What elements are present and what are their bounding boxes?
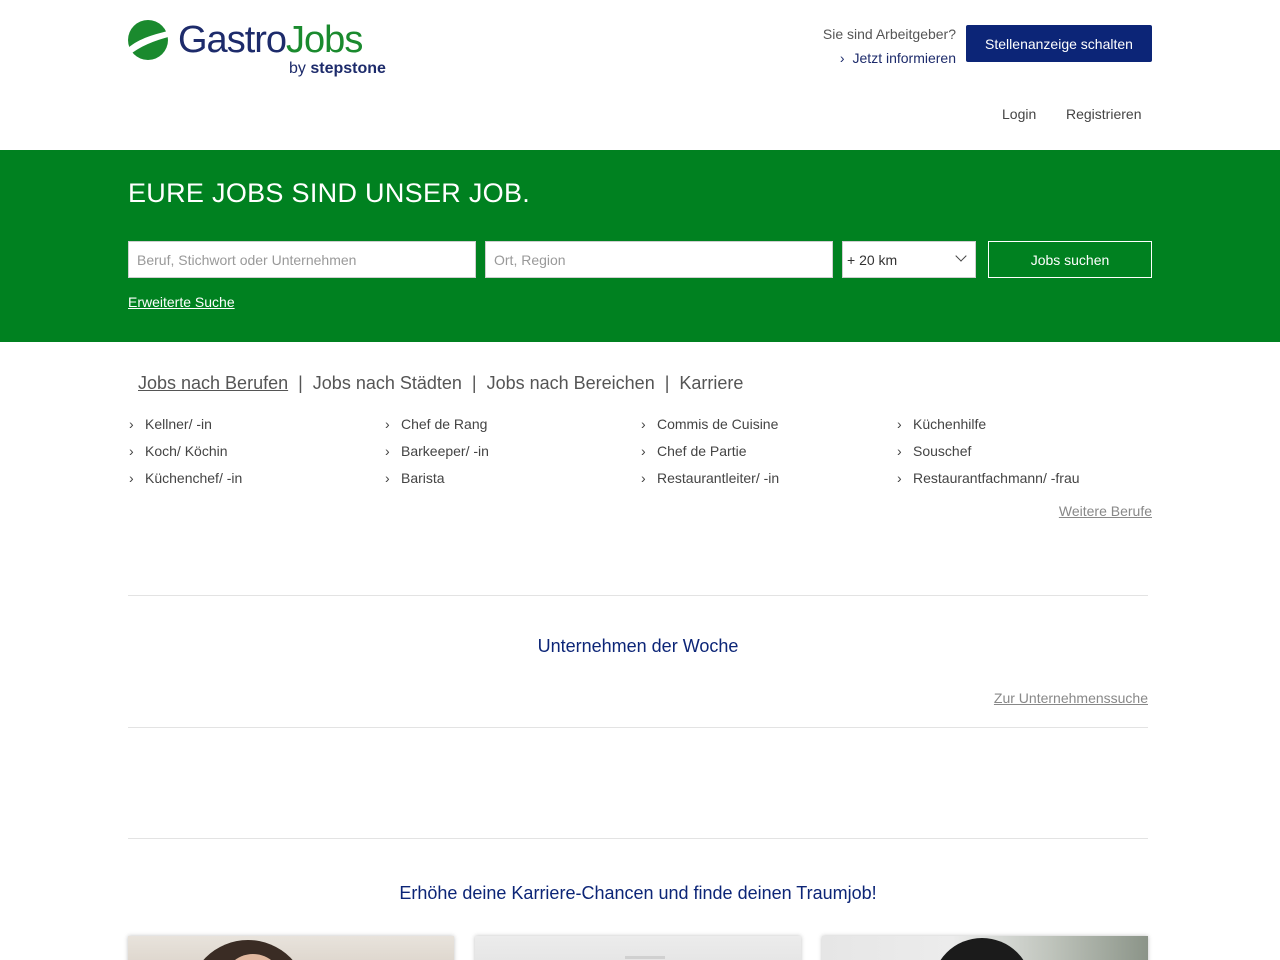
profession-label: Koch/ Köchin bbox=[145, 443, 228, 459]
profession-link[interactable]: › Restaurantfachmann/ -frau bbox=[896, 468, 1152, 495]
companies-of-week-title: Unternehmen der Woche bbox=[537, 636, 739, 656]
login-link[interactable]: Login bbox=[1002, 106, 1036, 122]
chevron-right-icon: › bbox=[897, 443, 902, 459]
logo-stepstone-text: stepstone bbox=[310, 60, 386, 77]
chevron-right-icon: › bbox=[897, 470, 902, 486]
profession-link[interactable]: › Commis de Cuisine bbox=[640, 414, 896, 441]
logo-jobs-text: Jobs bbox=[286, 19, 363, 61]
profession-label: Küchenhilfe bbox=[913, 416, 987, 432]
profession-link[interactable]: › Küchenhilfe bbox=[896, 414, 1152, 441]
profession-label: Souschef bbox=[913, 443, 972, 459]
tab-jobs-by-profession[interactable]: Jobs nach Berufen bbox=[138, 373, 288, 393]
profession-column: › Chef de Rang › Barkeeper/ -in › Barista bbox=[384, 414, 640, 495]
tab-separator: | bbox=[298, 373, 303, 393]
location-search-input[interactable] bbox=[485, 241, 833, 278]
profession-label: Küchenchef/ -in bbox=[145, 470, 243, 486]
chevron-right-icon: › bbox=[641, 416, 646, 432]
section-divider bbox=[128, 595, 1148, 596]
profession-label: Chef de Partie bbox=[657, 443, 747, 459]
profession-column: › Küchenhilfe › Souschef › Restaurantfachma… bbox=[896, 414, 1152, 495]
employer-info-label: Jetzt informieren bbox=[852, 50, 956, 66]
tab-jobs-by-area[interactable]: Jobs nach Bereichen bbox=[487, 373, 655, 393]
logo-byline: by stepstone bbox=[289, 60, 386, 78]
career-card-image[interactable] bbox=[128, 936, 454, 960]
profession-link[interactable]: › Barkeeper/ -in bbox=[384, 441, 640, 468]
gastrojobs-logo[interactable]: GastroJobs by stepstone bbox=[128, 18, 398, 82]
radius-select-value: + 20 km bbox=[847, 252, 898, 268]
chevron-right-icon: › bbox=[385, 443, 390, 459]
profession-label: Chef de Rang bbox=[401, 416, 488, 432]
logo-gastro-text: Gastro bbox=[178, 19, 287, 61]
profession-label: Barkeeper/ -in bbox=[401, 443, 489, 459]
section-divider bbox=[128, 727, 1148, 728]
tab-jobs-by-city[interactable]: Jobs nach Städten bbox=[313, 373, 462, 393]
profession-label: Kellner/ -in bbox=[145, 416, 212, 432]
profession-label: Restaurantfachmann/ -frau bbox=[913, 470, 1080, 486]
jobs-search-button[interactable]: Jobs suchen bbox=[988, 241, 1152, 278]
logo-wordmark: GastroJobs bbox=[178, 18, 363, 62]
chevron-right-icon: › bbox=[385, 416, 390, 432]
employer-question: Sie sind Arbeitgeber? bbox=[822, 26, 956, 42]
radius-select[interactable]: + 20 km bbox=[842, 241, 976, 278]
employer-info-link[interactable]: › Jetzt informieren bbox=[800, 50, 956, 66]
hero-search-section: EURE JOBS SIND UNSER JOB. + 20 km Jobs s… bbox=[0, 150, 1280, 342]
logo-by-text: by bbox=[289, 60, 306, 77]
hero-title: EURE JOBS SIND UNSER JOB. bbox=[128, 178, 531, 208]
chevron-right-icon: › bbox=[129, 470, 134, 486]
profession-link[interactable]: › Kellner/ -in bbox=[128, 414, 384, 441]
tab-separator: | bbox=[664, 373, 670, 393]
profession-column: › Kellner/ -in › Koch/ Köchin › Küchenchef/… bbox=[128, 414, 384, 495]
career-card-image[interactable] bbox=[475, 936, 801, 960]
keyword-search-input[interactable] bbox=[128, 241, 476, 278]
profession-label: Commis de Cuisine bbox=[657, 416, 779, 432]
site-header: GastroJobs by stepstone Sie sind Arbeitg… bbox=[0, 0, 1280, 150]
logo-leaf-icon bbox=[128, 20, 170, 60]
tab-career[interactable]: Karriere bbox=[679, 373, 743, 393]
profession-link[interactable]: › Chef de Rang bbox=[384, 414, 640, 441]
advanced-search-link[interactable]: Erweiterte Suche bbox=[128, 294, 235, 310]
more-professions-link[interactable]: Weitere Berufe bbox=[1040, 503, 1152, 519]
chevron-right-icon: › bbox=[129, 416, 134, 432]
profession-link[interactable]: › Küchenchef/ -in bbox=[128, 468, 384, 495]
section-divider bbox=[128, 838, 1148, 839]
category-tabs: Jobs nach Berufen | Jobs nach Städten | Jobs… bbox=[138, 373, 743, 394]
tab-separator: | bbox=[471, 373, 477, 393]
profession-column: › Commis de Cuisine › Chef de Partie › Rest… bbox=[640, 414, 896, 495]
chevron-down-icon bbox=[955, 250, 967, 262]
register-link[interactable]: Registrieren bbox=[1066, 106, 1141, 122]
profession-link[interactable]: › Restaurantleiter/ -in bbox=[640, 468, 896, 495]
person-hair-shape bbox=[932, 938, 1032, 960]
profession-link[interactable]: › Koch/ Köchin bbox=[128, 441, 384, 468]
profession-link[interactable]: › Souschef bbox=[896, 441, 1152, 468]
chevron-right-icon: › bbox=[129, 443, 134, 459]
chevron-right-icon: › bbox=[897, 416, 902, 432]
profession-label: Barista bbox=[401, 470, 445, 486]
chevron-right-icon: › bbox=[641, 470, 646, 486]
chevron-right-icon: › bbox=[839, 50, 845, 66]
company-search-link[interactable]: Zur Unternehmenssuche bbox=[960, 690, 1148, 706]
profession-link[interactable]: › Chef de Partie bbox=[640, 441, 896, 468]
profession-link[interactable]: › Barista bbox=[384, 468, 640, 495]
career-section-title: Erhöhe deine Karriere-Chancen und finde … bbox=[399, 883, 877, 903]
profession-label: Restaurantleiter/ -in bbox=[657, 470, 780, 486]
desk-object-shape bbox=[625, 956, 665, 959]
post-job-ad-button[interactable]: Stellenanzeige schalten bbox=[966, 25, 1152, 62]
chevron-right-icon: › bbox=[385, 470, 390, 486]
chevron-right-icon: › bbox=[641, 443, 646, 459]
career-card-image[interactable] bbox=[822, 936, 1148, 960]
